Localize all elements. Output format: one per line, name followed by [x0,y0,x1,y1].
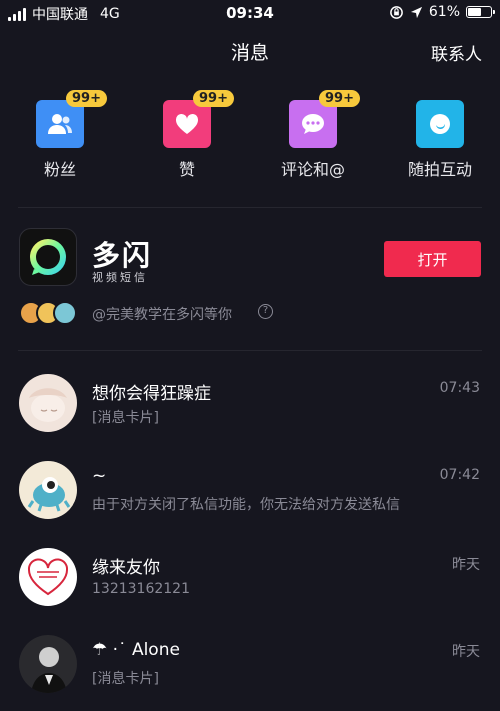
app-subtitle: 视频短信 [92,271,148,284]
duoshan-promo: 多闪 视频短信 打开 @完美教学在多闪等你 ? [0,228,500,338]
app-name: 多闪 [92,239,153,272]
help-icon[interactable]: ? [258,304,273,319]
message-sender: 想你会得狂躁症 [92,384,211,404]
page-title: 消息 [230,42,269,64]
message-preview: 13213162121 [92,581,190,597]
category-label: 粉丝 [43,160,76,179]
category-likes[interactable]: 99+ 赞 [137,90,237,180]
list-item[interactable]: ☂ ·˙ Alone [消息卡片] 昨天 [0,635,500,711]
category-label: 评论和@ [280,160,345,179]
fans-icon [48,114,72,134]
status-bar: 中国联通 4G 09:34 61% [0,0,500,26]
likes-tile: 99+ [163,90,234,148]
contacts-button[interactable]: 联系人 [431,40,482,65]
location-icon [410,6,422,18]
category-fans[interactable]: 99+ 粉丝 [10,90,110,180]
rotation-lock-icon [390,5,403,19]
list-item[interactable]: 想你会得狂躁症 [消息卡片] 07:43 [0,374,500,458]
avatar [53,301,77,325]
message-sender: ☂ ·˙ Alone [92,640,180,660]
divider [18,207,482,208]
heart-icon [175,113,199,134]
category-row: 99+ 粉丝 99+ 赞 99+ 评论和@ 随拍互动 [0,90,500,190]
avatar [19,461,77,519]
battery-icon [466,6,495,18]
comments-tile: 99+ [289,90,360,148]
status-right: 61% [389,4,495,20]
category-comments[interactable]: 99+ 评论和@ [263,90,363,180]
message-time: 07:42 [439,467,480,483]
message-time: 昨天 [452,644,480,660]
open-app-button[interactable]: 打开 [384,241,481,277]
mini-avatar-group [19,301,79,325]
moon-icon [430,114,450,134]
message-preview: 由于对方关闭了私信功能，你无法给对方发送私信 [92,497,400,513]
avatar [19,374,77,432]
header: 消息 联系人 [0,34,500,68]
avatar [19,635,77,693]
message-sender: ~ [92,466,107,486]
list-item[interactable]: 缘来友你 13213162121 昨天 [0,548,500,632]
duoshan-logo-icon [19,228,77,286]
divider [18,350,482,351]
message-time: 07:43 [439,380,480,396]
avatar [19,548,77,606]
category-interactions[interactable]: 随拍互动 [390,100,490,180]
message-preview: [消息卡片] [92,410,159,426]
category-label: 随拍互动 [407,160,472,179]
category-label: 赞 [178,160,195,179]
comments-badge: 99+ [319,90,360,107]
fans-badge: 99+ [66,90,107,107]
list-item[interactable]: ~ 由于对方关闭了私信功能，你无法给对方发送私信 07:42 [0,461,500,545]
message-time: 昨天 [452,557,480,573]
messages-screen: 中国联通 4G 09:34 61% 消息 联系人 99+ 粉丝 99+ 赞 99… [0,0,500,711]
message-preview: [消息卡片] [92,671,159,687]
fans-tile: 99+ [36,90,107,148]
promo-text: @完美教学在多闪等你 [92,307,232,323]
comment-icon [302,114,324,134]
battery-percent: 61% [428,4,460,20]
interactions-tile [416,100,464,148]
likes-badge: 99+ [193,90,234,107]
message-sender: 缘来友你 [92,558,160,578]
